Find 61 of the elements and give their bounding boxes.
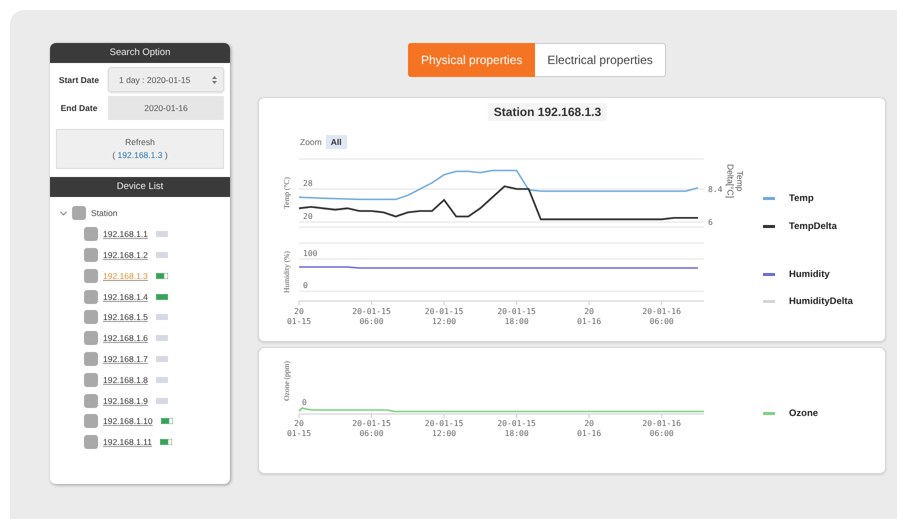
- checkbox[interactable]: [84, 290, 98, 304]
- checkbox[interactable]: [72, 206, 86, 220]
- axis-tick-label: 20: [303, 212, 313, 222]
- zoom-label: Zoom: [300, 137, 322, 147]
- axis-tick-label: 20-01-15 12:00: [424, 419, 464, 438]
- device-link[interactable]: 192.168.1.6: [103, 333, 148, 344]
- checkbox[interactable]: [84, 394, 98, 408]
- checkbox[interactable]: [84, 248, 98, 262]
- axis-tick-label: 8.4: [708, 185, 722, 194]
- device-link[interactable]: 192.168.1.7: [103, 354, 148, 364]
- checkbox[interactable]: [84, 414, 98, 428]
- axis-tick-label: 20 01-16: [577, 419, 602, 438]
- device-link[interactable]: 192.168.1.10: [103, 416, 153, 426]
- legend-label: Temp: [789, 192, 814, 204]
- tab[interactable]: Electrical properties: [535, 43, 666, 77]
- checkbox[interactable]: [84, 331, 98, 346]
- refresh-button[interactable]: Refresh ( 192.168.1.3 ): [56, 129, 224, 169]
- checkbox[interactable]: [84, 352, 98, 366]
- axis-tick-label: 20-01-15 18:00: [497, 419, 536, 438]
- zoom-button[interactable]: All: [326, 135, 347, 149]
- legend-label: Humidity: [789, 268, 830, 280]
- updown-icon: [212, 76, 217, 84]
- axis-tick-label: 100: [303, 249, 318, 258]
- checkbox[interactable]: [84, 435, 98, 450]
- checkbox[interactable]: [84, 227, 98, 242]
- legend-label: Ozone: [789, 408, 818, 418]
- chart-title: Station 192.168.1.3: [488, 103, 608, 121]
- checkbox[interactable]: [84, 310, 98, 324]
- tree-item[interactable]: Station: [91, 208, 118, 218]
- axis-tick-label: 20 01-15: [286, 307, 312, 326]
- axis-tick-label: 28: [303, 179, 313, 188]
- axis-tick-label: 20-01-16 06:00: [642, 419, 681, 438]
- device-link[interactable]: 192.168.1.9: [103, 396, 148, 406]
- device-link[interactable]: 192.168.1.4: [103, 292, 148, 302]
- device-link[interactable]: 192.168.1.8: [103, 374, 148, 385]
- axis-tick-label: 20-01-15 06:00: [352, 419, 391, 438]
- legend-label: TempDelta: [789, 220, 837, 232]
- device-link[interactable]: 192.168.1.2: [103, 250, 148, 260]
- panel-header: Search Option: [50, 43, 230, 63]
- device-link[interactable]: 192.168.1.1: [103, 229, 148, 240]
- axis-tick-label: 20 01-15: [286, 419, 312, 438]
- axis-tick-label: 20-01-15 12:00: [424, 307, 464, 326]
- axis-tick-label: 0: [302, 398, 307, 407]
- ip-link[interactable]: 192.168.1.3: [118, 150, 162, 160]
- device-link[interactable]: 192.168.1.11: [103, 437, 152, 448]
- date-field[interactable]: 2020-01-16: [108, 96, 224, 120]
- checkbox[interactable]: [84, 268, 98, 283]
- axis-title: Temp Delta[°C]: [726, 164, 745, 198]
- date-select[interactable]: 1 day : 2020-01-15: [108, 67, 224, 92]
- axis-tick-label: 6: [708, 218, 713, 228]
- axis-tick-label: 20 01-16: [577, 307, 602, 326]
- panel-header: Device List: [50, 177, 230, 197]
- axis-tick-label: 0: [303, 281, 308, 290]
- axis-tick-label: 20-01-15 06:00: [352, 307, 391, 326]
- field-label: End Date: [60, 102, 98, 115]
- legend-label: HumidityDelta: [789, 296, 853, 306]
- axis-tick-label: 20-01-15 18:00: [497, 307, 536, 326]
- checkbox[interactable]: [84, 372, 98, 387]
- field-label: Start Date: [58, 74, 100, 86]
- device-link[interactable]: 192.168.1.5: [103, 312, 148, 322]
- axis-tick-label: 20-01-16 06:00: [642, 307, 681, 326]
